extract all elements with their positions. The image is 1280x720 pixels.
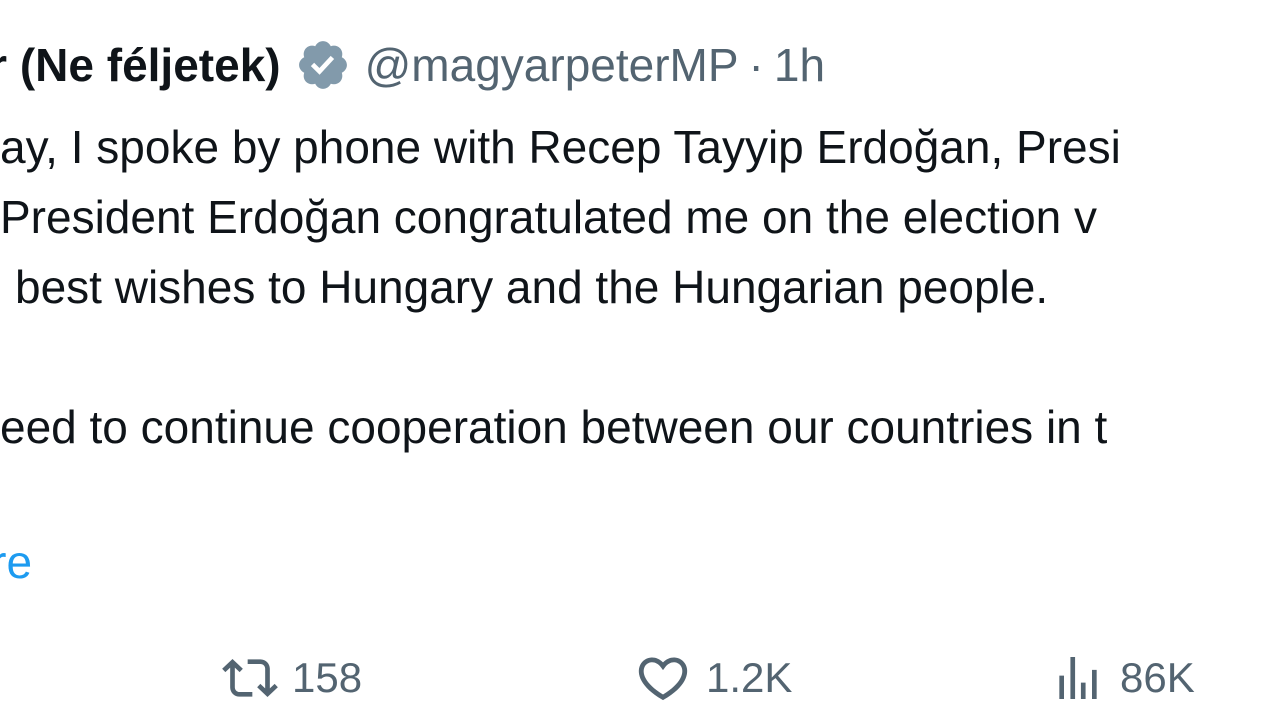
- like-count: 1.2K: [706, 654, 793, 701]
- display-name[interactable]: Péter (Ne féljetek): [0, 34, 281, 96]
- views-chart-icon: [1050, 650, 1106, 706]
- tweet-text: ay, I spoke by phone with Recep Tayyip E…: [0, 112, 1121, 532]
- retweet-icon: [222, 650, 278, 706]
- tweet-card: Péter (Ne féljetek) @magyarpeterMP · 1h …: [0, 0, 1280, 720]
- tweet-text-line: President Erdoğan congratulated me on th…: [0, 191, 1098, 243]
- like-button[interactable]: 1.2K: [634, 648, 792, 708]
- tweet-text-line: eed to continue cooperation between our …: [0, 401, 1108, 453]
- views-button[interactable]: 86K: [1050, 648, 1195, 708]
- tweet-header: Péter (Ne féljetek) @magyarpeterMP · 1h: [0, 34, 825, 96]
- tweet-text-line: .: [0, 462, 1121, 532]
- user-handle[interactable]: @magyarpeterMP: [365, 34, 739, 96]
- retweet-button[interactable]: 158: [222, 648, 362, 708]
- verified-badge-icon: [295, 37, 351, 93]
- tweet-timestamp[interactable]: 1h: [774, 34, 825, 96]
- show-more-link[interactable]: nore: [0, 530, 32, 594]
- tweet-text-line: best wishes to Hungary and the Hungarian…: [15, 261, 1049, 313]
- heart-icon: [634, 649, 692, 707]
- retweet-count: 158: [292, 654, 363, 701]
- header-separator: ·: [748, 39, 764, 91]
- views-count: 86K: [1120, 654, 1195, 701]
- tweet-text-line: ay, I spoke by phone with Recep Tayyip E…: [0, 121, 1121, 173]
- tweet-actions-bar: 158 1.2K 86K: [0, 648, 1280, 708]
